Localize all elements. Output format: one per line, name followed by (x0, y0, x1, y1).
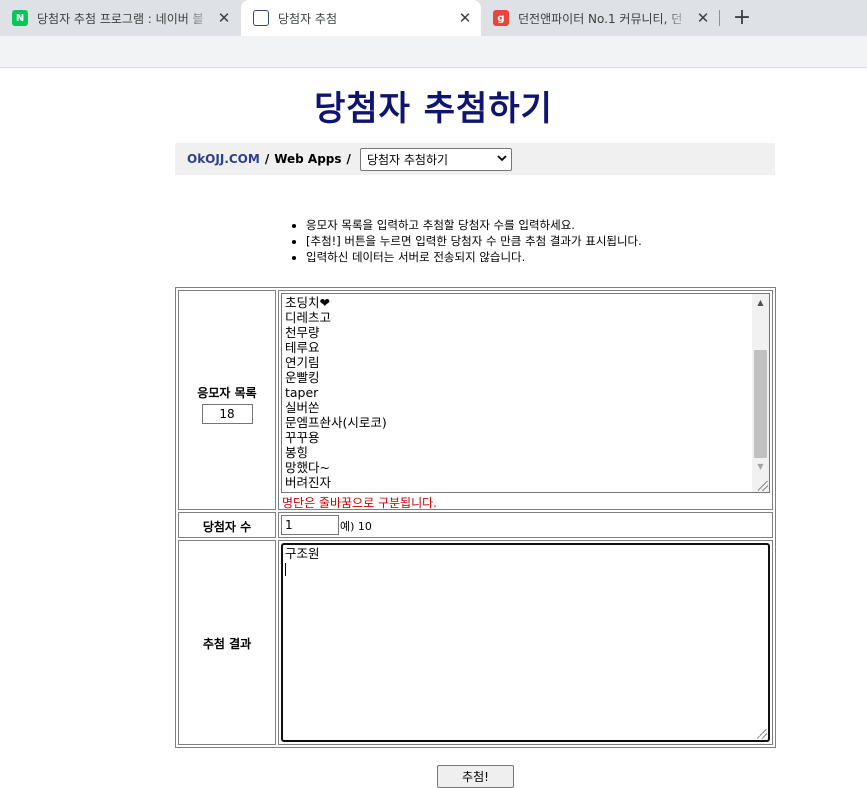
app-select-value: 당첨자 추첨하기 (366, 152, 449, 167)
entrant-line: 망했다~ (285, 460, 330, 475)
new-tab-button[interactable]: + (728, 4, 756, 32)
result-label: 추첨 결과 (202, 637, 252, 651)
browser-toolbar (0, 36, 867, 68)
scroll-down-icon[interactable]: ▼ (752, 458, 769, 475)
instructions-list: 응모자 목록을 입력하고 추첨할 당첨자 수를 입력하세요. [추첨!] 버튼을… (290, 217, 850, 265)
entrant-line: 테루요 (285, 340, 320, 355)
close-tab-icon[interactable]: ✕ (457, 10, 473, 26)
okojj-favicon-icon: OJ (253, 10, 269, 26)
winners-label: 당첨자 수 (202, 520, 252, 534)
result-textarea[interactable]: 구조원 (281, 543, 770, 742)
home-link[interactable]: OkOJJ.COM (187, 152, 260, 166)
browser-tab-dnf[interactable]: g 던전앤파이터 No.1 커뮤니티, 던 ✕ (481, 0, 719, 36)
entrants-cell: 초딩치❤ 디레츠고 천무량 테루요 연기림 운빨킹 taper 실버쏜 문엠프솬사(시로코) 꾸꾸… (278, 290, 773, 510)
close-tab-icon[interactable]: ✕ (695, 10, 711, 26)
resize-grip-icon[interactable] (757, 729, 767, 739)
entrant-line: 디레츠고 (285, 310, 332, 325)
winners-input[interactable]: 1 (281, 515, 339, 535)
page-content: 당첨자 추첨하기 OkOJJ.COM / Web Apps / 당첨자 추첨하기… (0, 69, 867, 788)
result-cell: 구조원 (278, 540, 773, 745)
breadcrumb-separator: / (346, 152, 351, 166)
entrants-label: 응모자 목록 (197, 386, 257, 400)
instruction-item: 응모자 목록을 입력하고 추첨할 당첨자 수를 입력하세요. (306, 217, 850, 233)
entrants-text: 초딩치❤ 디레츠고 천무량 테루요 연기림 운빨킹 taper 실버쏜 문엠프솬사(시로코) 꾸꾸… (285, 295, 750, 490)
scrollbar-thumb[interactable] (754, 350, 767, 458)
g-favicon-icon: g (493, 10, 509, 26)
entrant-line: 봉힝 (285, 445, 309, 460)
breadcrumb-separator: / (264, 152, 270, 166)
draw-form-table: 응모자 목록 18 초딩치❤ 디레츠고 천무량 테루요 연기림 운빨킹 taper 실버쏜 문엠… (175, 287, 776, 748)
winners-example: 예) 10 (340, 520, 372, 533)
tab-title: 던전앤파이터 No.1 커뮤니티, 던 (518, 11, 683, 26)
naver-favicon-icon: N (12, 10, 28, 26)
result-label-cell: 추첨 결과 (178, 540, 276, 745)
resize-grip-icon[interactable] (758, 481, 768, 491)
draw-button[interactable]: 추첨! (437, 765, 514, 788)
entrant-line: 꾸꾸용 (285, 430, 320, 445)
winners-cell: 1 예) 10 (278, 512, 773, 538)
result-text: 구조원 (285, 546, 320, 561)
instruction-item: [추첨!] 버튼을 누르면 입력한 당첨자 수 만큼 추첨 결과가 표시됩니다. (306, 233, 850, 249)
app-select[interactable]: 당첨자 추첨하기 (359, 147, 512, 171)
browser-tab-naver[interactable]: N 당첨자 추첨 프로그램 : 네이버 블 ✕ (0, 0, 240, 36)
entrant-line: 문엠프솬사(시로코) (285, 415, 387, 430)
entrants-scrollbar[interactable]: ▲ ▼ (752, 294, 769, 492)
winners-label-cell: 당첨자 수 (178, 512, 276, 538)
tab-title: 당첨자 추첨 프로그램 : 네이버 블 (37, 11, 204, 26)
breadcrumb: OkOJJ.COM / Web Apps / 당첨자 추첨하기 (175, 143, 775, 175)
browser-tab-okojj[interactable]: OJ 당첨자 추첨 ✕ (241, 0, 481, 36)
entrant-line: 운빨킹 (285, 370, 320, 385)
text-caret (285, 563, 286, 576)
entrant-line: 실버쏜 (285, 400, 320, 415)
entrants-count: 18 (201, 404, 253, 424)
entrants-textarea[interactable]: 초딩치❤ 디레츠고 천무량 테루요 연기림 운빨킹 taper 실버쏜 문엠프솬사(시로코) 꾸꾸… (281, 293, 770, 493)
chevron-down-icon (497, 154, 507, 165)
entrant-line: 천무량 (285, 325, 320, 340)
web-apps-link[interactable]: Web Apps (274, 152, 341, 166)
entrant-line: taper (285, 385, 319, 400)
browser-tab-bar: N 당첨자 추첨 프로그램 : 네이버 블 ✕ OJ 당첨자 추첨 ✕ g 던전… (0, 0, 867, 36)
entrants-label-cell: 응모자 목록 18 (178, 290, 276, 510)
close-tab-icon[interactable]: ✕ (216, 10, 232, 26)
entrants-hint: 명단은 줄바꿈으로 구분됩니다. (282, 496, 437, 510)
entrant-line: 초딩치❤ (285, 295, 330, 310)
entrant-line: 연기림 (285, 355, 320, 370)
page-title: 당첨자 추첨하기 (314, 89, 553, 129)
tab-separator (719, 10, 720, 26)
instruction-item: 입력하신 데이터는 서버로 전송되지 않습니다. (306, 249, 850, 265)
tab-title: 당첨자 추첨 (278, 11, 338, 26)
entrant-line: 버려진자 (285, 475, 332, 490)
scroll-up-icon[interactable]: ▲ (752, 294, 769, 311)
